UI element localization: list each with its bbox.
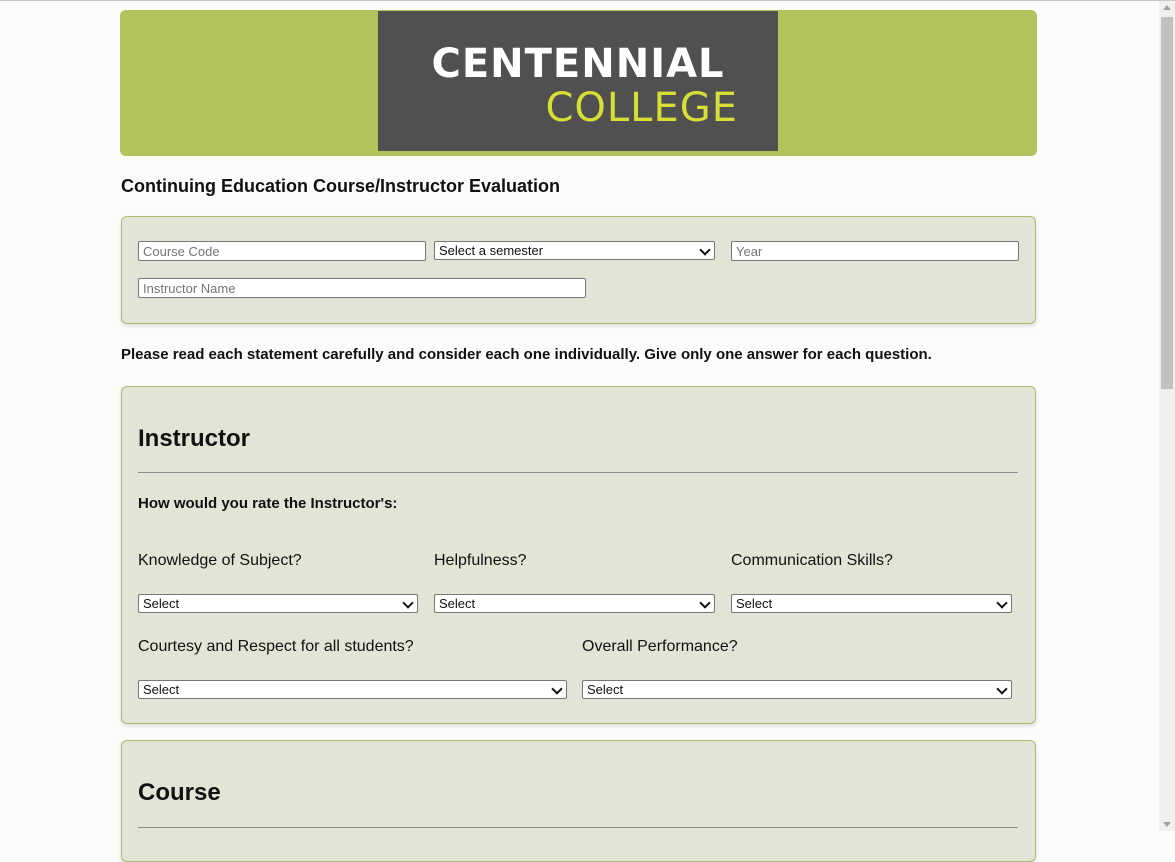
chevron-down-icon	[996, 597, 1008, 609]
rating-select-knowledge[interactable]: Select	[138, 594, 418, 613]
course-info-panel: Select a semester	[121, 216, 1036, 324]
section-heading: Instructor	[138, 425, 251, 452]
chevron-down-icon	[699, 244, 711, 256]
scroll-down-icon[interactable]	[1163, 822, 1171, 827]
rating-select-value: Select	[439, 596, 476, 611]
page-title: Continuing Education Course/Instructor E…	[121, 176, 561, 196]
chevron-down-icon	[402, 597, 414, 609]
rating-select-value: Select	[143, 682, 180, 697]
rating-select-value: Select	[587, 682, 624, 697]
window-top-border	[0, 0, 1175, 1]
instructor-section: Instructor How would you rate the Instru…	[121, 386, 1036, 724]
rating-select-value: Select	[736, 596, 773, 611]
scroll-up-icon[interactable]	[1163, 5, 1171, 10]
course-section: Course	[121, 740, 1036, 862]
question-label: Helpfulness?	[434, 552, 527, 569]
instructor-name-input[interactable]	[138, 278, 586, 298]
question-label: Knowledge of Subject?	[138, 552, 302, 569]
question-label: Courtesy and Respect for all students?	[138, 638, 414, 655]
year-input[interactable]	[731, 241, 1019, 261]
section-divider	[138, 472, 1018, 473]
semester-select[interactable]: Select a semester	[434, 241, 715, 260]
rating-select-communication[interactable]: Select	[731, 594, 1012, 613]
question-label: Overall Performance?	[582, 638, 738, 655]
rating-select-overall[interactable]: Select	[582, 680, 1012, 699]
semester-select-value: Select a semester	[439, 243, 544, 258]
chevron-down-icon	[699, 597, 711, 609]
chevron-down-icon	[551, 683, 563, 695]
question-label: Communication Skills?	[731, 552, 893, 569]
rating-select-courtesy[interactable]: Select	[138, 680, 567, 699]
course-code-input[interactable]	[138, 241, 426, 261]
chevron-down-icon	[996, 683, 1008, 695]
vertical-scrollbar[interactable]	[1159, 1, 1175, 831]
college-logo: CENTENNIAL COLLEGE	[378, 11, 778, 151]
scrollbar-thumb[interactable]	[1161, 17, 1173, 389]
rating-select-value: Select	[143, 596, 180, 611]
question-lead: How would you rate the Instructor's:	[138, 495, 398, 512]
logo-text-line2: COLLEGE	[545, 85, 738, 131]
logo-text-line1: CENTENNIAL	[431, 41, 725, 87]
section-divider	[138, 827, 1018, 828]
section-heading: Course	[138, 779, 221, 806]
header-banner: CENTENNIAL COLLEGE	[120, 10, 1037, 156]
instructions-text: Please read each statement carefully and…	[121, 346, 932, 363]
rating-select-helpfulness[interactable]: Select	[434, 594, 715, 613]
